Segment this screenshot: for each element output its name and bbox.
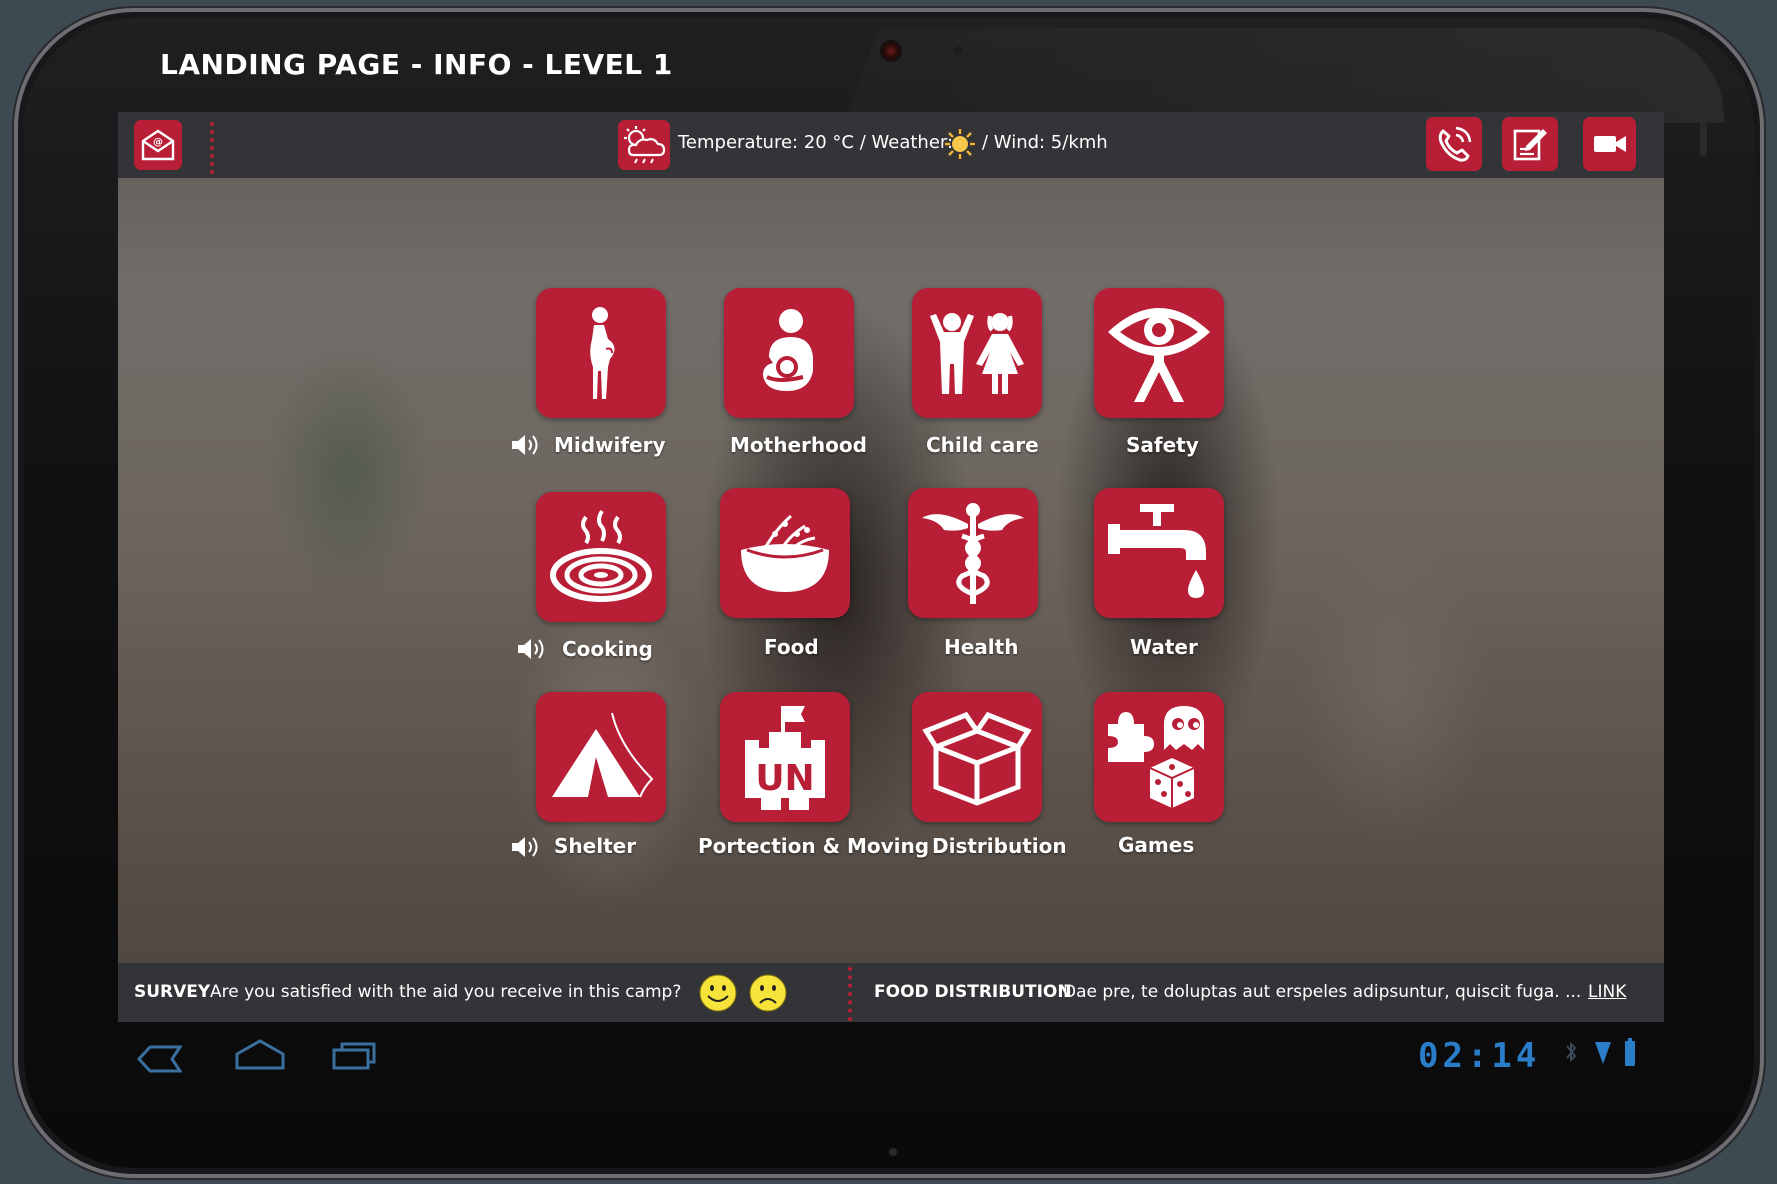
page-title: LANDING PAGE - INFO - LEVEL 1 (160, 48, 673, 81)
food-bowl-icon (741, 514, 829, 592)
home-icon[interactable] (234, 1038, 286, 1072)
tile-food[interactable] (720, 488, 850, 618)
happy-face-icon[interactable] (698, 973, 738, 1013)
notes-button[interactable] (1502, 117, 1558, 171)
tile-label-midwifery: Midwifery (554, 433, 666, 457)
tile-label-child-care: Child care (926, 433, 1039, 457)
side-button (1700, 112, 1707, 156)
tile-water[interactable] (1094, 488, 1224, 618)
svg-text:@: @ (153, 137, 163, 148)
temperature-text: Temperature: 20 °C / Weather: (678, 132, 954, 153)
tile-distribution[interactable] (912, 692, 1042, 822)
tile-child-care[interactable] (912, 288, 1042, 418)
weather-button[interactable] (618, 120, 670, 170)
tile-label-motherhood: Motherhood (730, 433, 867, 457)
audio-shelter-icon[interactable] (510, 834, 542, 860)
water-tap-icon (1108, 504, 1206, 598)
sun-icon (945, 129, 975, 159)
tile-shelter[interactable] (536, 692, 666, 822)
video-camera-icon (1593, 136, 1626, 152)
bottom-bar: SURVEY Are you satisfied with the aid yo… (118, 963, 1664, 1022)
phone-icon (1438, 126, 1472, 162)
top-bar: @ Temperature: 20 °C / Weather: / Wind: … (118, 112, 1664, 178)
tile-cooking[interactable] (536, 492, 666, 622)
tile-games[interactable] (1094, 692, 1224, 822)
pregnant-woman-icon (590, 307, 615, 399)
back-icon[interactable] (136, 1044, 182, 1074)
recent-apps-icon[interactable] (330, 1040, 378, 1072)
tile-label-distribution: Distribution (932, 834, 1067, 858)
microphone-dot (889, 1148, 897, 1156)
signal-icon (1595, 1042, 1611, 1064)
front-camera (880, 40, 902, 62)
tile-label-cooking: Cooking (562, 637, 653, 661)
news-text: Dae pre, te doluptas aut erspeles adipsu… (1063, 982, 1582, 1002)
tent-icon (552, 712, 654, 798)
news-link[interactable]: LINK (1588, 982, 1626, 1002)
caduceus-icon (922, 503, 1024, 604)
tile-motherhood[interactable] (724, 288, 854, 418)
weather-icon (624, 126, 666, 164)
bezel-glare (844, 28, 1724, 123)
tile-health[interactable] (908, 488, 1038, 618)
audio-midwifery-icon[interactable] (510, 432, 542, 458)
games-icon (1108, 706, 1204, 808)
mail-button[interactable]: @ (134, 120, 182, 170)
tile-label-food: Food (764, 635, 819, 659)
tile-protection-moving[interactable]: UN (720, 692, 850, 822)
battery-icon (1625, 1038, 1635, 1066)
un-building-icon: UN (745, 706, 825, 810)
stove-icon (550, 509, 652, 602)
tile-label-water: Water (1130, 635, 1198, 659)
mail-icon: @ (141, 129, 175, 161)
sad-face-icon[interactable] (748, 973, 788, 1013)
audio-cooking-icon[interactable] (516, 636, 548, 662)
wind-text: / Wind: 5/kmh (982, 132, 1108, 153)
light-sensor (954, 46, 963, 55)
news-label: FOOD DISTRIBUTION (874, 982, 1072, 1002)
tile-safety[interactable] (1094, 288, 1224, 418)
notes-icon (1513, 129, 1547, 161)
survey-label: SURVEY (134, 982, 211, 1002)
svg-text:UN: UN (755, 758, 814, 799)
call-button[interactable] (1426, 117, 1482, 171)
tile-label-games: Games (1118, 833, 1195, 857)
separator (848, 967, 852, 1021)
tile-label-shelter: Shelter (554, 834, 637, 858)
tile-label-protection-moving: Portection & Moving (698, 834, 930, 858)
tile-label-safety: Safety (1126, 433, 1199, 457)
system-clock: 02:14 (1418, 1036, 1541, 1076)
bluetooth-icon (1566, 1041, 1577, 1063)
eye-person-icon (1108, 308, 1210, 402)
tile-midwifery[interactable] (536, 288, 666, 418)
tile-label-health: Health (944, 635, 1019, 659)
separator (210, 122, 214, 174)
app-screen: @ Temperature: 20 °C / Weather: / Wind: … (118, 112, 1664, 1022)
children-icon (930, 313, 1024, 394)
mother-baby-icon (763, 309, 813, 391)
video-call-button[interactable] (1583, 117, 1636, 171)
survey-question: Are you satisfied with the aid you recei… (210, 982, 682, 1002)
box-icon (922, 711, 1032, 806)
